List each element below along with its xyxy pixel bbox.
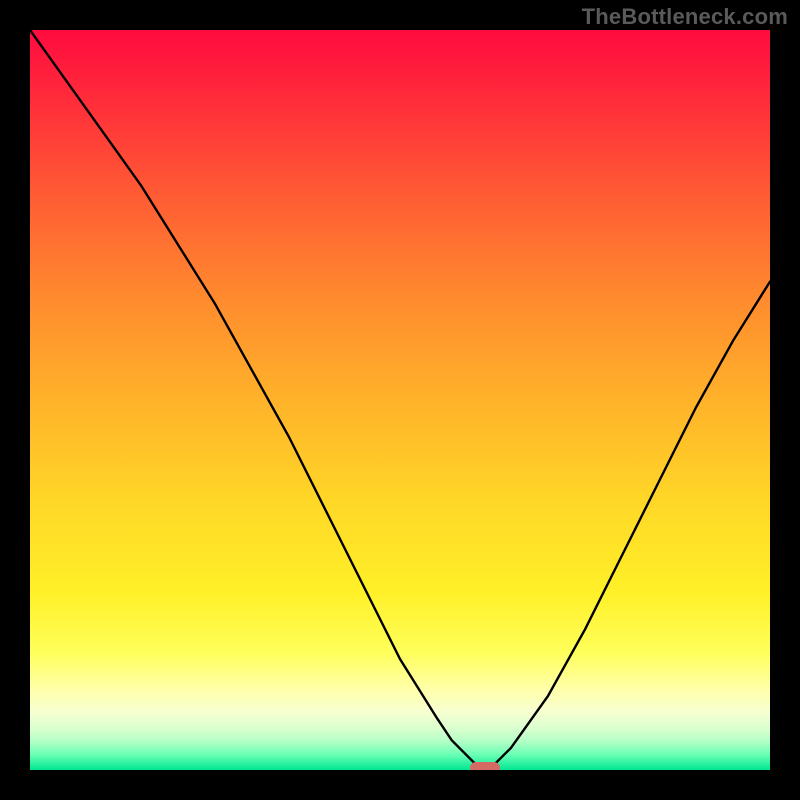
watermark-text: TheBottleneck.com (582, 4, 788, 30)
chart-plot-area (30, 30, 770, 770)
chart-bottom-marker (470, 762, 500, 770)
chart-curve-svg (30, 30, 770, 770)
chart-right-curve (489, 282, 770, 770)
chart-left-curve (30, 30, 489, 770)
chart-frame: TheBottleneck.com (0, 0, 800, 800)
